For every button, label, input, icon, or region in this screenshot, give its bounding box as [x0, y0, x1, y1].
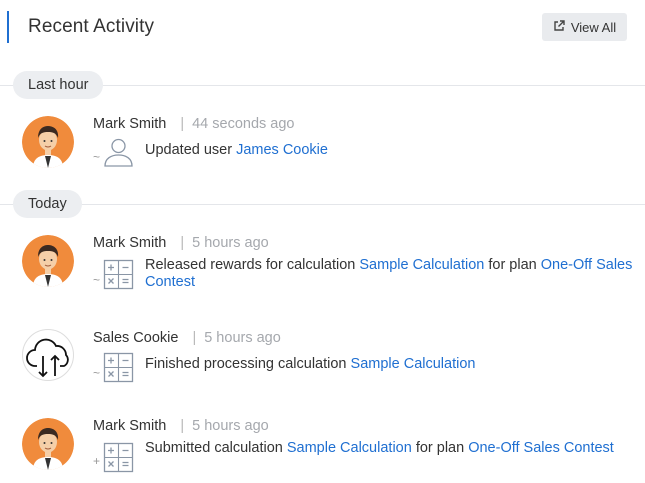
- activity-header: Mark Smith | 5 hours ago: [93, 235, 269, 251]
- person-avatar: [22, 116, 74, 168]
- group-label: Today: [13, 190, 82, 218]
- calculator-icon: [103, 352, 134, 383]
- activity-desc: Updated user: [145, 142, 237, 158]
- activity-header: Mark Smith | 44 seconds ago: [93, 116, 295, 132]
- external-link-icon: [553, 19, 565, 35]
- actor-name[interactable]: Mark Smith: [93, 116, 166, 132]
- change-marker: ~: [93, 366, 101, 380]
- cloud-sync-icon: [22, 329, 74, 381]
- group-divider: [0, 204, 645, 205]
- view-all-button[interactable]: View All: [542, 13, 627, 41]
- activity-time: 5 hours ago: [192, 235, 269, 251]
- page-title: Recent Activity: [28, 16, 155, 37]
- activity-text: Finished processing calculation Sample C…: [145, 356, 641, 373]
- group-last-hour: Last hour: [0, 71, 645, 101]
- calculator-icon: [103, 442, 134, 473]
- activity-time: 5 hours ago: [192, 418, 269, 434]
- view-all-label: View All: [570, 19, 617, 35]
- activity-text: Released rewards for calculation Sample …: [145, 257, 641, 290]
- activity-desc: Submitted calculation: [145, 440, 287, 456]
- change-marker: ~: [93, 150, 101, 164]
- actor-name[interactable]: Sales Cookie: [93, 330, 178, 346]
- calculation-link[interactable]: Sample Calculation: [287, 440, 412, 456]
- calculator-icon: [103, 259, 134, 290]
- actor-name[interactable]: Mark Smith: [93, 418, 166, 434]
- activity-text: Updated user James Cookie: [145, 142, 641, 159]
- change-marker: ~: [93, 273, 101, 287]
- person-avatar: [22, 235, 74, 287]
- activity-time: 44 seconds ago: [192, 116, 295, 132]
- group-label: Last hour: [13, 71, 104, 99]
- activity-time: 5 hours ago: [204, 330, 281, 346]
- activity-text: Submitted calculation Sample Calculation…: [145, 440, 641, 457]
- user-icon: [103, 136, 134, 167]
- calculation-link[interactable]: Sample Calculation: [359, 257, 484, 273]
- activity-desc-plan: for plan: [484, 257, 541, 273]
- header-accent-bar: [7, 11, 9, 43]
- activity-header: Sales Cookie | 5 hours ago: [93, 330, 281, 346]
- activity-header: Mark Smith | 5 hours ago: [93, 418, 269, 434]
- calculation-link[interactable]: Sample Calculation: [351, 356, 476, 372]
- change-marker: +: [93, 454, 101, 468]
- actor-name[interactable]: Mark Smith: [93, 235, 166, 251]
- plan-link[interactable]: One-Off Sales Contest: [468, 440, 614, 456]
- group-today: Today: [0, 190, 645, 220]
- activity-desc-plan: for plan: [411, 440, 469, 456]
- user-link[interactable]: James Cookie: [236, 142, 328, 158]
- person-avatar: [22, 418, 74, 470]
- activity-desc: Released rewards for calculation: [145, 257, 360, 273]
- activity-desc: Finished processing calculation: [145, 356, 351, 372]
